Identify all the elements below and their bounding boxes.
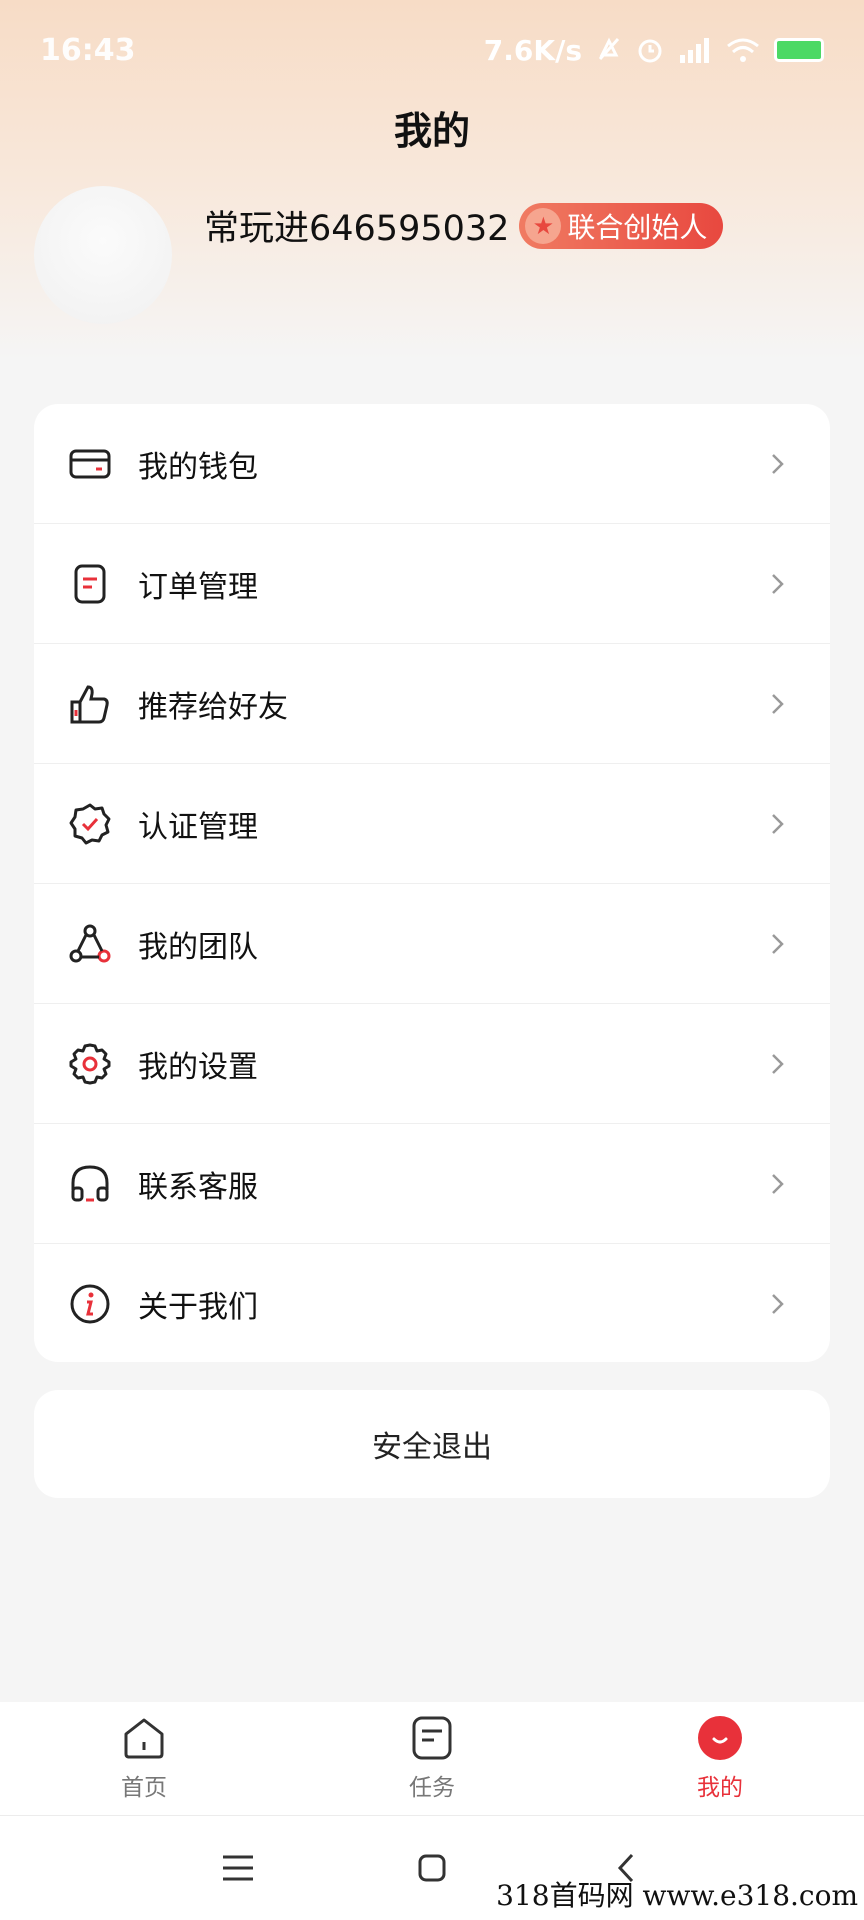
- tab-label: 我的: [697, 1775, 743, 1801]
- menu-item-wallet[interactable]: 我的钱包: [34, 404, 830, 524]
- chevron-right-icon: [772, 573, 784, 594]
- chevron-right-icon: [772, 1053, 784, 1074]
- menu-item-label: 认证管理: [138, 809, 258, 845]
- tab-profile[interactable]: 我的: [576, 1702, 864, 1815]
- menu-card: 我的钱包 订单管理 推荐给好友 认证管理 我的团队 我的设置 联系客服 关于我们: [34, 404, 830, 1362]
- headset-icon: [66, 1160, 114, 1208]
- badge-label: 联合创始人: [567, 210, 708, 244]
- home-icon: [124, 1718, 164, 1759]
- tab-home[interactable]: 首页: [0, 1702, 288, 1815]
- home-square-icon[interactable]: [410, 1846, 454, 1890]
- chevron-right-icon: [772, 813, 784, 834]
- mute-icon: [598, 37, 620, 61]
- thumbs-up-icon: [66, 680, 114, 728]
- task-icon: [412, 1716, 452, 1760]
- status-bar: 16:43 7.6K/s: [0, 0, 864, 100]
- tab-bar: 首页 任务 我的: [0, 1702, 864, 1816]
- wifi-icon: [727, 38, 759, 62]
- signal-icon: [680, 38, 709, 63]
- chevron-right-icon: [772, 1173, 784, 1194]
- team-icon: [66, 920, 114, 968]
- menu-item-label: 联系客服: [138, 1169, 258, 1205]
- menu-item-recommend[interactable]: 推荐给好友: [34, 644, 830, 764]
- logout-button[interactable]: 安全退出: [34, 1390, 830, 1498]
- chevron-right-icon: [772, 1294, 784, 1314]
- menu-item-label: 关于我们: [138, 1290, 258, 1325]
- alarm-icon: [638, 39, 662, 63]
- profile-icon: [698, 1716, 742, 1760]
- menu-item-settings[interactable]: 我的设置: [34, 1004, 830, 1124]
- menu-item-about[interactable]: 关于我们: [34, 1244, 830, 1362]
- order-icon: [66, 560, 114, 608]
- menu-item-label: 我的钱包: [138, 449, 258, 485]
- menu-item-label: 推荐给好友: [138, 689, 288, 725]
- net-speed: 7.6K/s: [483, 33, 582, 67]
- star-icon: ★: [525, 207, 562, 244]
- chevron-right-icon: [772, 933, 784, 954]
- gear-icon: [66, 1040, 114, 1088]
- watermark: 318首码网 www.e318.com: [496, 1879, 858, 1912]
- tab-tasks[interactable]: 任务: [288, 1702, 576, 1815]
- chevron-right-icon: [772, 693, 784, 714]
- status-time: 16:43: [40, 32, 136, 68]
- menu-item-orders[interactable]: 订单管理: [34, 524, 830, 644]
- role-badge: ★ 联合创始人: [519, 202, 724, 249]
- info-icon: [66, 1280, 114, 1328]
- chevron-right-icon: [772, 453, 784, 474]
- avatar[interactable]: [34, 186, 172, 324]
- username: 常玩进646595032: [204, 209, 510, 249]
- wallet-icon: [66, 440, 114, 488]
- page-title: 我的: [393, 109, 470, 153]
- menu-item-verification[interactable]: 认证管理: [34, 764, 830, 884]
- battery-icon: [774, 38, 824, 62]
- menu-icon[interactable]: [216, 1846, 260, 1890]
- menu-item-label: 我的团队: [138, 929, 258, 965]
- verified-icon: [66, 800, 114, 848]
- menu-item-team[interactable]: 我的团队: [34, 884, 830, 1004]
- menu-item-support[interactable]: 联系客服: [34, 1124, 830, 1244]
- status-icons: 7.6K/s: [484, 34, 824, 67]
- profile-info: 常玩进646595032 ★ 联合创始人: [204, 200, 724, 251]
- tab-label: 任务: [409, 1775, 455, 1801]
- menu-item-label: 订单管理: [138, 569, 258, 605]
- tab-label: 首页: [121, 1775, 167, 1801]
- menu-item-label: 我的设置: [138, 1049, 258, 1085]
